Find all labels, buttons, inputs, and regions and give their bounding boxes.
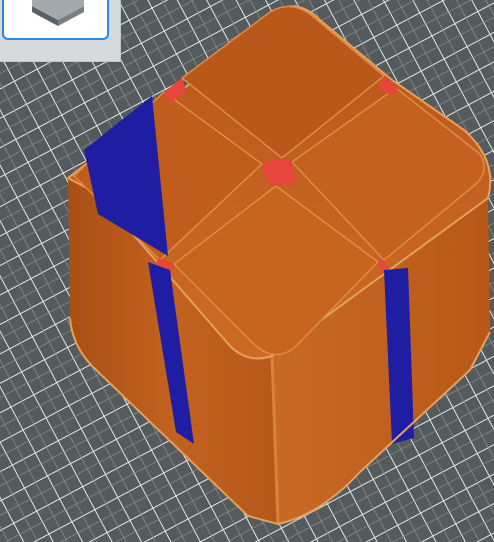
3d-viewport[interactable] <box>0 0 494 542</box>
view-cube-panel <box>0 0 121 62</box>
view-cube-icon <box>32 0 84 26</box>
view-cube-button[interactable] <box>2 0 109 40</box>
print-preview-scene[interactable] <box>0 0 494 542</box>
